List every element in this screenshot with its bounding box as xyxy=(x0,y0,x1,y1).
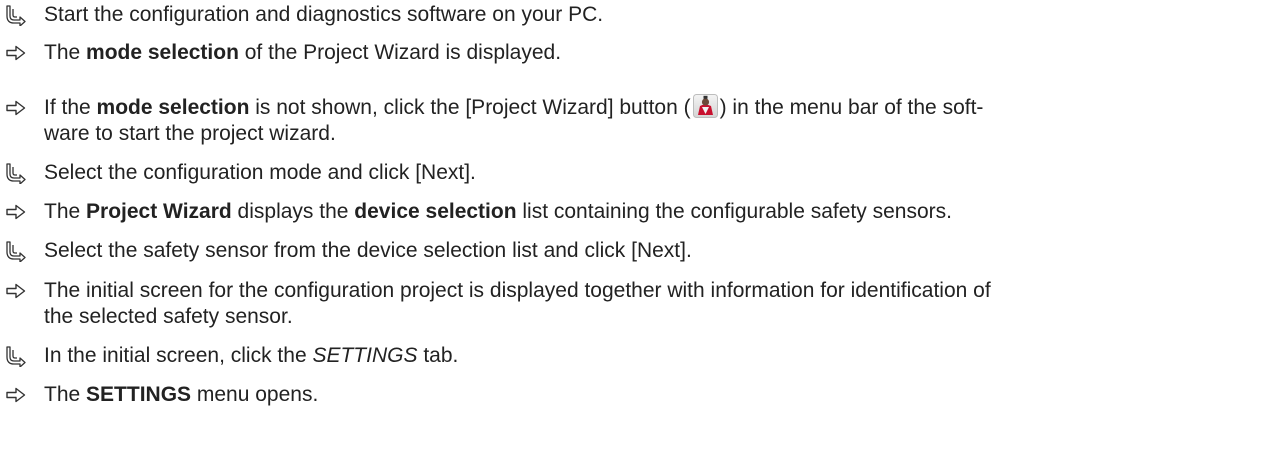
hand-pointing-down-right-icon xyxy=(6,240,26,262)
action-marker xyxy=(6,236,32,265)
text-run: of the Project Wizard is displayed. xyxy=(238,41,562,64)
step-text: Select the safety sensor from the device… xyxy=(44,236,1250,265)
result-marker xyxy=(6,276,32,305)
hand-pointing-down-right-icon xyxy=(6,4,26,26)
text-run: displays the xyxy=(231,200,355,223)
step-text: In the initial screen, click the SETTING… xyxy=(44,341,1250,370)
hand-pointing-down-right-icon xyxy=(6,162,26,184)
arrow-right-outline-icon xyxy=(6,100,26,115)
text-run: ware to start the project wizard. xyxy=(44,122,336,145)
bold-term: device selection xyxy=(354,200,517,223)
italic-term: SETTINGS xyxy=(312,344,418,367)
step-text: ware to start the project wizard. xyxy=(44,119,1250,148)
text-run: The initial screen for the configuration… xyxy=(44,279,991,302)
text-run: The xyxy=(44,41,87,64)
bold-term: Project Wizard xyxy=(86,200,232,223)
text-run: menu opens. xyxy=(191,383,319,406)
bold-term: mode selection xyxy=(96,96,250,119)
result-marker xyxy=(6,380,32,409)
result-marker xyxy=(6,197,32,226)
step-text: the selected safety sensor. xyxy=(44,302,1250,331)
hand-pointing-down-right-icon xyxy=(6,345,26,367)
bold-term: SETTINGS xyxy=(86,383,192,406)
step-text: Select the configuration mode and click … xyxy=(44,158,1250,187)
text-run: If the xyxy=(44,96,97,119)
action-marker xyxy=(6,0,32,29)
text-run: Start the configuration and diagnostics … xyxy=(44,3,604,26)
arrow-right-outline-icon xyxy=(6,283,26,298)
text-run: In the initial screen, click the xyxy=(44,344,313,367)
action-marker xyxy=(6,341,32,370)
step-text: The initial screen for the configuration… xyxy=(44,276,1250,305)
text-run: The xyxy=(44,383,87,406)
text-run: The xyxy=(44,200,87,223)
text-run: is not shown, click the [Project Wizard]… xyxy=(249,96,691,119)
step-text: The SETTINGS menu opens. xyxy=(44,380,1250,409)
step-text: The Project Wizard displays the device s… xyxy=(44,197,1250,226)
project-wizard-button-icon xyxy=(692,94,718,118)
arrow-right-outline-icon xyxy=(6,45,26,60)
text-run: the selected safety sensor. xyxy=(44,305,293,328)
arrow-right-outline-icon xyxy=(6,387,26,402)
text-run: list containing the configurable safety … xyxy=(516,200,952,223)
result-marker xyxy=(6,38,32,67)
arrow-right-outline-icon xyxy=(6,204,26,219)
text-run: Select the safety sensor from the device… xyxy=(44,239,692,262)
bold-term: mode selection xyxy=(86,41,239,64)
action-marker xyxy=(6,158,32,187)
result-marker xyxy=(6,93,32,122)
step-text: The mode selection of the Project Wizard… xyxy=(44,38,1250,67)
text-run: tab. xyxy=(417,344,459,367)
step-text: If the mode selection is not shown, clic… xyxy=(44,93,1250,122)
text-run: Select the configuration mode and click … xyxy=(44,161,476,184)
step-text: Start the configuration and diagnostics … xyxy=(44,0,1250,29)
text-run: ) in the menu bar of the soft- xyxy=(719,96,984,119)
